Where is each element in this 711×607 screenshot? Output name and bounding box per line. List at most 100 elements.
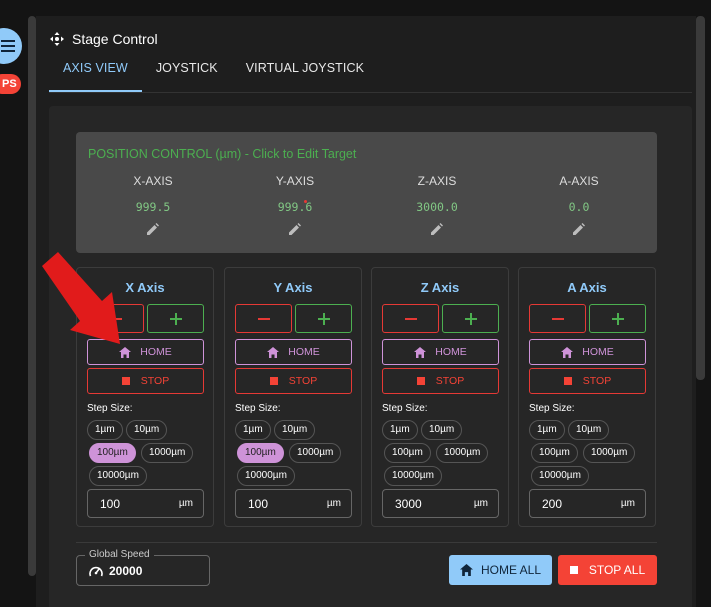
speedometer-icon [89, 566, 103, 577]
stop-button[interactable]: STOP [382, 368, 499, 394]
step-chip-100um[interactable]: 100µm [89, 443, 136, 463]
minus-icon [551, 317, 564, 320]
step-size-input[interactable]: 100 µm [87, 489, 204, 518]
stage-control-panel: Stage Control AXIS VIEW JOYSTICK VIRTUAL… [36, 16, 696, 607]
step-size-label: Step Size: [235, 403, 281, 414]
step-chip-10um[interactable]: 10µm [568, 420, 610, 440]
position-control-card[interactable]: POSITION CONTROL (µm) - Click to Edit Ta… [76, 132, 657, 253]
step-chip-1000um[interactable]: 1000µm [289, 443, 342, 463]
home-button[interactable]: HOME [529, 339, 646, 365]
global-speed-field[interactable]: Global Speed 20000 [76, 549, 210, 586]
position-axis-label: Y-AXIS [275, 174, 315, 188]
decrement-button[interactable] [382, 304, 439, 333]
step-chip-100um[interactable]: 100µm [384, 443, 431, 463]
stop-label: STOP [582, 375, 612, 387]
position-a[interactable]: A-AXIS 0.0 [508, 174, 650, 235]
increment-button[interactable] [147, 304, 204, 333]
axis-title: A Axis [567, 280, 607, 295]
plus-icon [169, 312, 182, 325]
axis-title: Z Axis [420, 280, 460, 295]
edit-icon [430, 223, 443, 235]
stop-label: STOP [435, 375, 465, 387]
content-scrollbar[interactable] [696, 16, 705, 380]
edit-y-button[interactable] [224, 222, 366, 235]
step-chip-100um[interactable]: 100µm [237, 443, 284, 463]
tab-joystick[interactable]: JOYSTICK [142, 54, 232, 92]
stop-button[interactable]: STOP [235, 368, 352, 394]
step-size-input[interactable]: 200 µm [529, 489, 646, 518]
step-size-label: Step Size: [87, 403, 133, 414]
edit-z-button[interactable] [366, 222, 508, 235]
app-root: PS Stage Control AXIS VIEW JOYSTICK VIRT… [0, 0, 711, 607]
sidebar-scrollbar[interactable] [28, 16, 36, 576]
step-chip-1000um[interactable]: 1000µm [141, 443, 194, 463]
plus-icon [464, 312, 477, 325]
home-button[interactable]: HOME [235, 339, 352, 365]
position-axis-value: 999.6 [277, 200, 313, 214]
step-chip-1um[interactable]: 1µm [529, 420, 565, 440]
minus-icon [404, 317, 417, 320]
step-chip-1000um[interactable]: 1000µm [583, 443, 636, 463]
step-size-input[interactable]: 100 µm [235, 489, 352, 518]
step-chip-10000um[interactable]: 10000µm [237, 466, 295, 486]
decrement-button[interactable] [529, 304, 586, 333]
step-chip-1um[interactable]: 1µm [235, 420, 271, 440]
step-chip-1um[interactable]: 1µm [87, 420, 123, 440]
panel-title: Stage Control [50, 31, 158, 47]
increment-button[interactable] [442, 304, 499, 333]
edit-x-button[interactable] [82, 222, 224, 235]
step-chip-10um[interactable]: 10µm [421, 420, 463, 440]
home-icon [267, 346, 280, 358]
step-chip-1um[interactable]: 1µm [382, 420, 418, 440]
annotation-arrow [42, 252, 120, 344]
position-z[interactable]: Z-AXIS 3000.0 [366, 174, 508, 235]
edit-icon [572, 223, 585, 235]
edit-icon [288, 223, 301, 235]
home-button[interactable]: HOME [382, 339, 499, 365]
axis-card-a: A Axis HOME STOP Step Size: 1µm 10µm 100… [518, 267, 656, 527]
position-y[interactable]: Y-AXIS 999.6 [224, 174, 366, 235]
decrement-button[interactable] [235, 304, 292, 333]
menu-button[interactable] [0, 28, 22, 64]
position-axis-value: 3000.0 [416, 200, 458, 214]
home-icon [561, 346, 574, 358]
step-size-input[interactable]: 3000 µm [382, 489, 499, 518]
stop-icon [416, 377, 425, 385]
tab-virtual-joystick[interactable]: VIRTUAL JOYSTICK [232, 54, 378, 92]
step-chip-10um[interactable]: 10µm [126, 420, 168, 440]
step-chip-10000um[interactable]: 10000µm [531, 466, 589, 486]
position-axis-label: Z-AXIS [417, 174, 457, 188]
bottom-divider [76, 542, 657, 543]
stop-button[interactable]: STOP [87, 368, 204, 394]
global-speed-input[interactable]: 20000 [89, 564, 142, 578]
step-chip-10000um[interactable]: 10000µm [384, 466, 442, 486]
tab-axis-view[interactable]: AXIS VIEW [49, 54, 142, 92]
position-control-title: POSITION CONTROL (µm) - Click to Edit Ta… [88, 147, 357, 161]
stop-button[interactable]: STOP [529, 368, 646, 394]
edit-a-button[interactable] [508, 222, 650, 235]
axis-card-y: Y Axis HOME STOP Step Size: 1µm 10µm 100… [224, 267, 362, 527]
step-size-unit: µm [620, 498, 635, 509]
home-all-button[interactable]: HOME ALL [449, 555, 552, 585]
minus-icon [257, 317, 270, 320]
position-axis-label: A-AXIS [559, 174, 599, 188]
step-size-value: 100 [248, 496, 269, 511]
step-chip-10um[interactable]: 10µm [274, 420, 316, 440]
home-icon [414, 346, 427, 358]
global-speed-value: 20000 [109, 564, 143, 578]
step-chip-10000um[interactable]: 10000µm [89, 466, 147, 486]
position-x[interactable]: X-AXIS 999.5 [82, 174, 224, 235]
axis-card-z: Z Axis HOME STOP Step Size: 1µm 10µm 100… [371, 267, 509, 527]
global-speed-label: Global Speed [85, 549, 154, 560]
status-badge: PS [0, 74, 21, 94]
stop-icon [121, 377, 130, 385]
stop-label: STOP [140, 375, 170, 387]
tab-bar: AXIS VIEW JOYSTICK VIRTUAL JOYSTICK [49, 54, 378, 92]
step-size-unit: µm [473, 498, 488, 509]
home-icon [459, 564, 473, 576]
increment-button[interactable] [295, 304, 352, 333]
step-chip-1000um[interactable]: 1000µm [436, 443, 489, 463]
stop-all-button[interactable]: STOP ALL [558, 555, 657, 585]
increment-button[interactable] [589, 304, 646, 333]
step-chip-100um[interactable]: 100µm [531, 443, 578, 463]
